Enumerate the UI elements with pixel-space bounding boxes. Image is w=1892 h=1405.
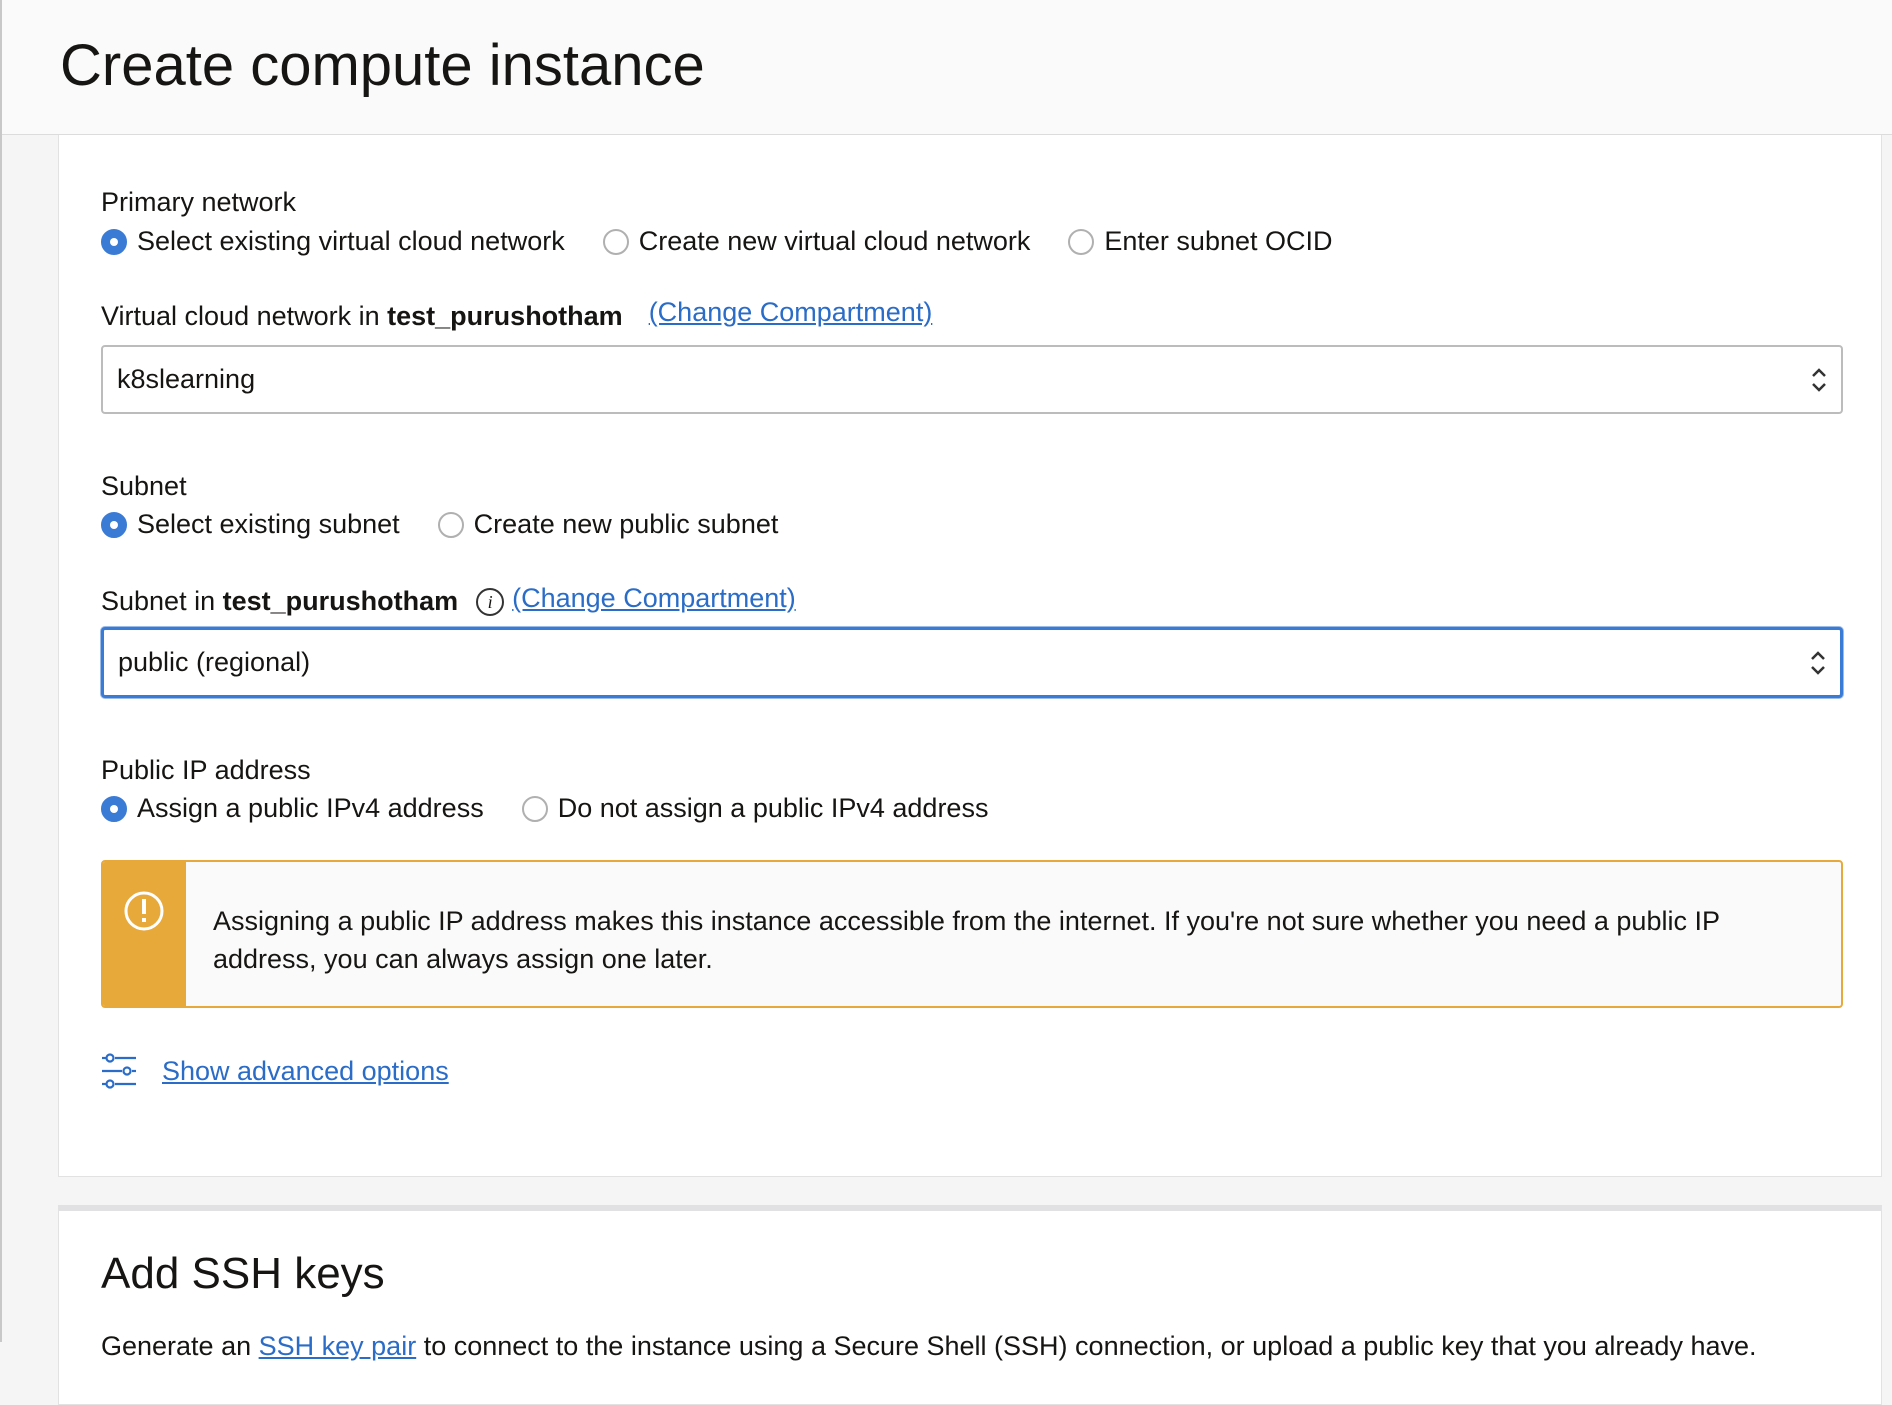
radio-enter-subnet-ocid[interactable]: Enter subnet OCID	[1068, 226, 1333, 257]
vcn-select[interactable]: k8slearning	[101, 345, 1843, 414]
primary-network-radio-group: Select existing virtual cloud network Cr…	[101, 226, 1371, 257]
vcn-field-label: Virtual cloud network in test_purushotha…	[101, 297, 932, 332]
vcn-select-value: k8slearning	[117, 364, 256, 394]
radio-button[interactable]	[101, 511, 127, 538]
subnet-label-text: Subnet in	[101, 586, 223, 616]
vcn-change-compartment-link[interactable]: (Change Compartment)	[649, 297, 933, 328]
radio-button[interactable]	[1068, 228, 1095, 255]
radio-select-existing-subnet[interactable]: Select existing subnet	[101, 509, 400, 540]
chevron-up-down-icon	[1812, 367, 1826, 392]
radio-button[interactable]	[602, 228, 629, 255]
ssh-desc-text: Generate an	[101, 1331, 259, 1361]
subnet-change-compartment-link[interactable]: (Change Compartment)	[512, 583, 796, 614]
ssh-keys-title: Add SSH keys	[101, 1249, 385, 1298]
ssh-key-pair-link[interactable]: SSH key pair	[259, 1331, 417, 1361]
radio-button[interactable]	[521, 795, 548, 822]
warning-text: Assigning a public IP address makes this…	[213, 906, 1720, 974]
show-advanced-options-link[interactable]: Show advanced options	[162, 1056, 449, 1087]
radio-button[interactable]	[101, 795, 127, 822]
radio-button[interactable]	[101, 228, 127, 255]
option-label: Create new virtual cloud network	[638, 226, 1031, 256]
radio-do-not-assign-public-ip[interactable]: Do not assign a public IPv4 address	[521, 793, 989, 824]
vcn-label-text: Virtual cloud network in	[101, 301, 388, 331]
option-label: Select existing virtual cloud network	[137, 226, 565, 256]
radio-select-existing-vcn[interactable]: Select existing virtual cloud network	[101, 226, 565, 257]
warning-stripe	[103, 862, 186, 1006]
networking-card: Primary network Select existing virtual …	[58, 135, 1882, 1177]
primary-network-label: Primary network	[101, 187, 297, 217]
public-ip-warning: Assigning a public IP address makes this…	[101, 860, 1843, 1008]
chevron-up-down-icon	[1811, 650, 1825, 675]
radio-create-new-vcn[interactable]: Create new virtual cloud network	[602, 226, 1031, 257]
subnet-compartment-name: test_purushotham	[222, 586, 459, 616]
radio-assign-public-ip[interactable]: Assign a public IPv4 address	[101, 793, 484, 824]
subnet-radio-group: Select existing subnet Create new public…	[101, 509, 816, 540]
warning-icon	[124, 891, 164, 931]
option-label: Create new public subnet	[473, 509, 779, 539]
ssh-keys-card: Add SSH keys Generate an SSH key pair to…	[58, 1205, 1882, 1405]
public-ip-radio-group: Assign a public IPv4 address Do not assi…	[101, 793, 1026, 824]
subnet-label: Subnet	[101, 471, 187, 501]
radio-button[interactable]	[437, 511, 464, 538]
show-advanced-options[interactable]: Show advanced options	[101, 1053, 449, 1089]
option-label: Do not assign a public IPv4 address	[557, 793, 989, 823]
ssh-keys-description: Generate an SSH key pair to connect to t…	[101, 1331, 1757, 1362]
page-title: Create compute instance	[60, 33, 705, 98]
subnet-select[interactable]: public (regional)	[101, 627, 1843, 698]
subnet-select-value: public (regional)	[118, 647, 311, 677]
ssh-desc-text: to connect to the instance using a Secur…	[416, 1331, 1757, 1361]
radio-create-new-public-subnet[interactable]: Create new public subnet	[437, 509, 779, 540]
public-ip-label: Public IP address	[101, 755, 311, 785]
vcn-compartment-name: test_purushotham	[387, 301, 623, 331]
option-label: Assign a public IPv4 address	[137, 793, 484, 823]
left-border	[0, 0, 2, 1342]
subnet-field-label: Subnet in test_purushotham i (Change Com…	[101, 583, 796, 617]
info-icon[interactable]: i	[476, 587, 505, 616]
page-header: Create compute instance	[2, 0, 1892, 135]
option-label: Enter subnet OCID	[1104, 226, 1333, 256]
sliders-icon	[102, 1053, 136, 1089]
option-label: Select existing subnet	[137, 509, 400, 539]
